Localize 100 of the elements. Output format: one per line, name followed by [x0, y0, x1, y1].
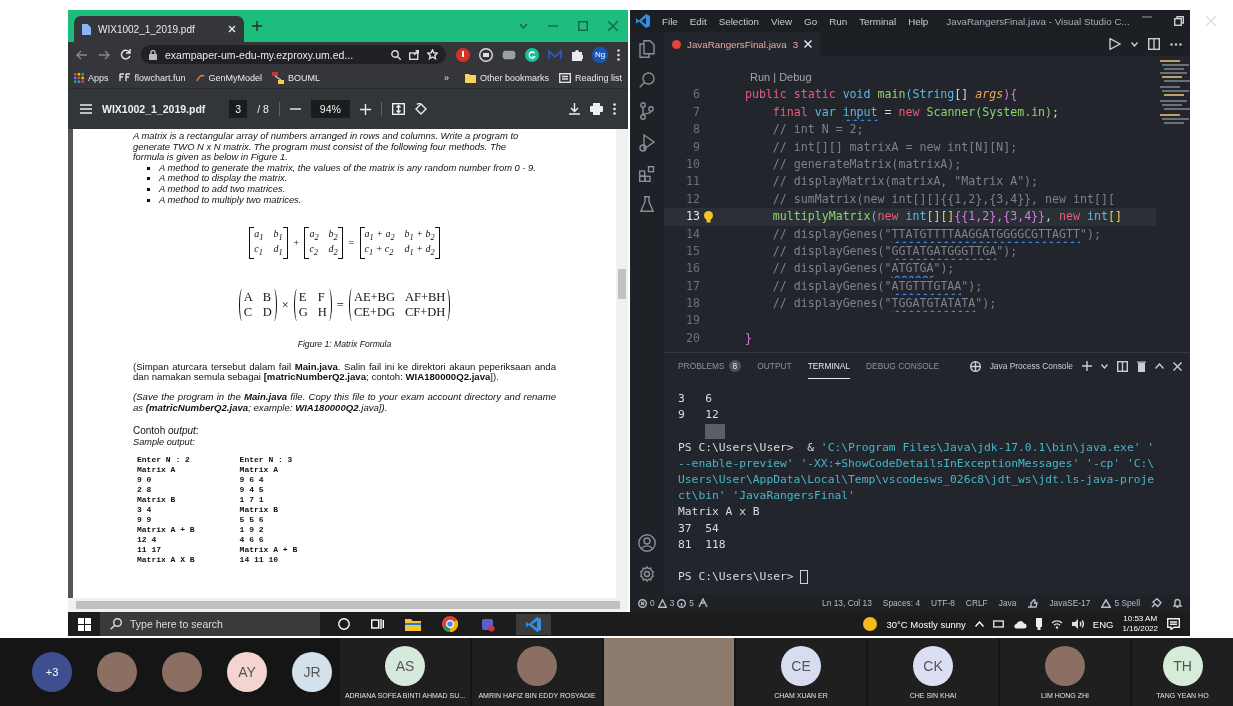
bookmark[interactable]: BOUML	[272, 71, 321, 84]
language-indicator[interactable]: ENG	[1092, 618, 1114, 630]
notification-icon[interactable]	[1167, 618, 1180, 630]
menu-item[interactable]: Selection	[718, 15, 759, 27]
minimize-icon[interactable]	[1141, 16, 1152, 18]
usb-icon[interactable]	[1035, 618, 1042, 630]
extensions-icon[interactable]	[639, 166, 655, 182]
run-debug-link[interactable]: Run | Debug	[664, 69, 1156, 87]
zoom-in-icon[interactable]	[359, 103, 371, 115]
panel-tab[interactable]: PROBLEMS 8	[678, 353, 742, 379]
clock[interactable]: 10:53 AM 1/16/2022	[1122, 614, 1158, 634]
folder-icon[interactable]	[405, 617, 421, 631]
browser-tab[interactable]: WIX1002_1_2019.pdf	[74, 16, 244, 42]
status-item[interactable]: Java	[998, 598, 1017, 608]
panel-tab[interactable]: OUTPUT	[757, 353, 792, 379]
cloud-icon[interactable]	[1012, 619, 1027, 629]
print-icon[interactable]	[590, 103, 603, 115]
restore-icon[interactable]	[1173, 16, 1184, 26]
vscode-logo-icon[interactable]	[526, 616, 541, 632]
more-icon[interactable]	[617, 48, 620, 61]
flask-icon[interactable]	[640, 196, 654, 212]
close-icon[interactable]	[1173, 361, 1182, 371]
status-item[interactable]: UTF-8	[931, 598, 955, 608]
search-icon[interactable]	[391, 49, 401, 60]
bookmark[interactable]: flowchart.fun	[118, 72, 186, 83]
page-field[interactable]: 3	[229, 100, 248, 118]
status-item[interactable]: CRLF	[965, 598, 988, 608]
source-control-icon[interactable]	[639, 102, 655, 120]
split-terminal-icon[interactable]	[1117, 360, 1128, 372]
rotate-icon[interactable]	[414, 103, 427, 115]
chevron-down-icon[interactable]	[1101, 363, 1108, 369]
chevron-up-icon[interactable]	[1155, 363, 1164, 369]
menu-item[interactable]: Go	[804, 15, 818, 27]
menu-item[interactable]: View	[771, 15, 793, 27]
more-icon[interactable]	[1170, 42, 1182, 46]
weather-text[interactable]: 30°C Mostly sunny	[886, 618, 966, 630]
trash-icon[interactable]	[1137, 360, 1146, 372]
status-item[interactable]: Ln 13, Col 13	[822, 598, 872, 608]
speaker-icon[interactable]	[1071, 619, 1084, 629]
line-number: 14	[685, 225, 700, 243]
download-icon[interactable]	[569, 103, 580, 115]
horizontal-scrollbar[interactable]	[68, 598, 628, 612]
fit-page-icon[interactable]	[391, 103, 405, 115]
share-icon[interactable]	[409, 49, 419, 60]
split-editor-icon[interactable]	[1148, 38, 1160, 50]
grammarly-icon[interactable]	[525, 47, 539, 62]
plus-icon[interactable]	[1082, 361, 1092, 371]
bell-icon[interactable]	[1173, 598, 1182, 608]
menu-item[interactable]: Help	[908, 15, 929, 27]
bookmark[interactable]: Reading list	[558, 72, 622, 83]
wifi-icon[interactable]	[1050, 619, 1063, 629]
menu-item[interactable]: Run	[829, 15, 848, 27]
bookmark[interactable]: Other bookmarks	[464, 72, 549, 83]
menu-icon[interactable]	[80, 104, 92, 114]
status-item[interactable]: Spaces: 4	[882, 598, 921, 608]
device-icon[interactable]	[992, 619, 1004, 629]
extension-icon[interactable]	[479, 47, 493, 62]
extension-icon[interactable]	[456, 47, 470, 62]
more-bookmarks[interactable]: »	[443, 72, 449, 83]
status-item[interactable]: 5 Spell	[1101, 598, 1140, 608]
more-participants[interactable]: +3	[32, 652, 72, 692]
search-icon[interactable]	[639, 72, 655, 88]
profile-avatar[interactable]: Ng	[592, 46, 608, 63]
bookmark[interactable]: GenMyModel	[195, 72, 263, 83]
bookmark[interactable]: Apps	[74, 72, 109, 83]
lightbulb-icon[interactable]	[704, 210, 713, 223]
menu-item[interactable]: Edit	[689, 15, 707, 27]
run-debug-icon[interactable]	[639, 134, 655, 152]
status-item[interactable]: JavaSE-17	[1049, 598, 1091, 608]
search-field[interactable]: Type here to search	[100, 612, 320, 636]
cortana-icon[interactable]	[338, 618, 350, 630]
scrollbar[interactable]	[616, 129, 628, 598]
back-icon[interactable]	[76, 49, 88, 60]
new-tab-icon[interactable]	[252, 21, 262, 31]
settings-icon[interactable]	[639, 566, 655, 582]
editor-tab[interactable]: JavaRangersFinal.java 3	[664, 32, 821, 56]
star-icon[interactable]	[427, 49, 438, 60]
run-icon[interactable]	[1109, 38, 1121, 50]
problems-status[interactable]: 0 3 5	[638, 598, 694, 608]
menu-item[interactable]: File	[662, 15, 678, 27]
teams-icon[interactable]	[479, 616, 495, 632]
account-icon[interactable]	[638, 534, 656, 552]
zoom-field[interactable]: 94%	[310, 100, 350, 118]
puzzle-icon[interactable]	[571, 48, 583, 61]
panel-tab[interactable]: TERMINAL	[807, 353, 850, 379]
maximize-icon[interactable]	[578, 21, 588, 31]
chevron-down-icon[interactable]	[1131, 41, 1138, 47]
matrix-entry: c$_{2}$	[309, 243, 319, 259]
files-icon[interactable]	[639, 40, 655, 58]
task-view-icon[interactable]	[371, 618, 384, 630]
windows-start-icon[interactable]	[77, 617, 91, 631]
address-field[interactable]: exampaper-um-edu-my.ezproxy.um.ed...	[141, 45, 446, 64]
panel-tab[interactable]: DEBUG CONSOLE	[866, 353, 940, 379]
forward-icon[interactable]	[98, 49, 110, 60]
menu-item[interactable]: Terminal	[859, 15, 897, 27]
terminal-name[interactable]: Java Process Console	[989, 361, 1073, 371]
vscode-logo-icon[interactable]	[636, 14, 650, 28]
reload-icon[interactable]	[120, 49, 131, 60]
chrome-icon[interactable]	[442, 616, 458, 632]
more-icon[interactable]	[613, 103, 616, 115]
